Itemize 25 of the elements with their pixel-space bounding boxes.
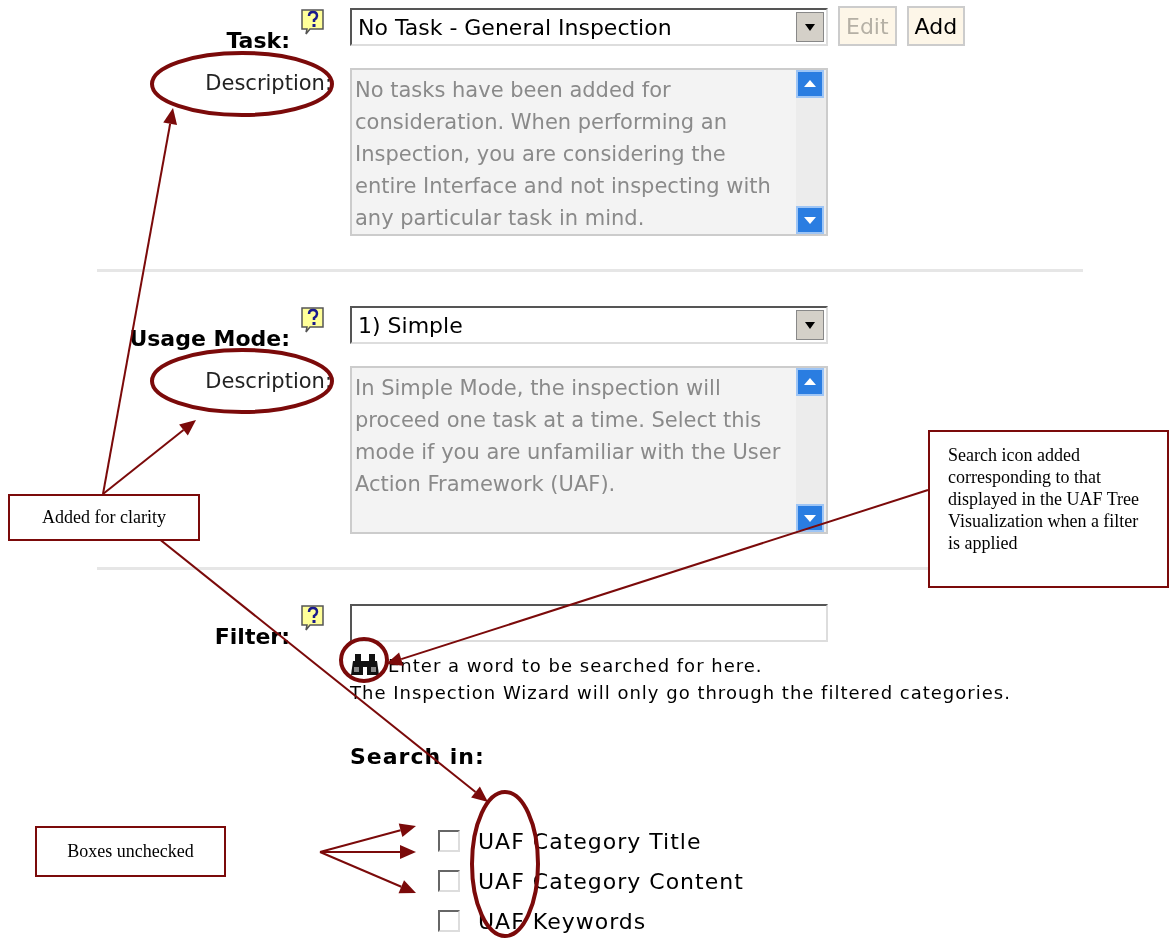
callout-box: Added for clarity [8, 494, 200, 541]
scrollbar[interactable] [796, 70, 826, 234]
dropdown-select[interactable]: 1) Simple [350, 306, 828, 344]
add-button[interactable]: Add [906, 6, 966, 46]
help-icon[interactable] [300, 604, 326, 632]
checkbox[interactable] [438, 830, 460, 852]
scroll-down-icon[interactable] [796, 504, 824, 532]
help-icon[interactable] [300, 8, 326, 36]
description-label: Description: [205, 71, 332, 95]
help-icon[interactable] [300, 306, 326, 334]
description-label: Description: [205, 369, 332, 393]
field-label: Task: [226, 30, 290, 52]
checkbox[interactable] [438, 910, 460, 932]
callout-box: Boxes unchecked [35, 826, 226, 877]
callout-box: Search icon added corresponding to that displayed in the UAF Tree Visualization when a filter is applied [928, 430, 1169, 588]
annotation-ellipse [339, 637, 389, 683]
filter-input[interactable] [350, 604, 828, 642]
binoculars-icon [350, 653, 380, 677]
checkbox[interactable] [438, 870, 460, 892]
dropdown-select[interactable]: No Task - General Inspection [350, 8, 828, 46]
scrollbar[interactable] [796, 368, 826, 532]
scroll-up-icon[interactable] [796, 70, 824, 98]
scroll-up-icon[interactable] [796, 368, 824, 396]
filter-hint: The Inspection Wizard will only go through the filtered categories. [350, 681, 1012, 705]
field-label: Usage Mode: [129, 328, 290, 350]
